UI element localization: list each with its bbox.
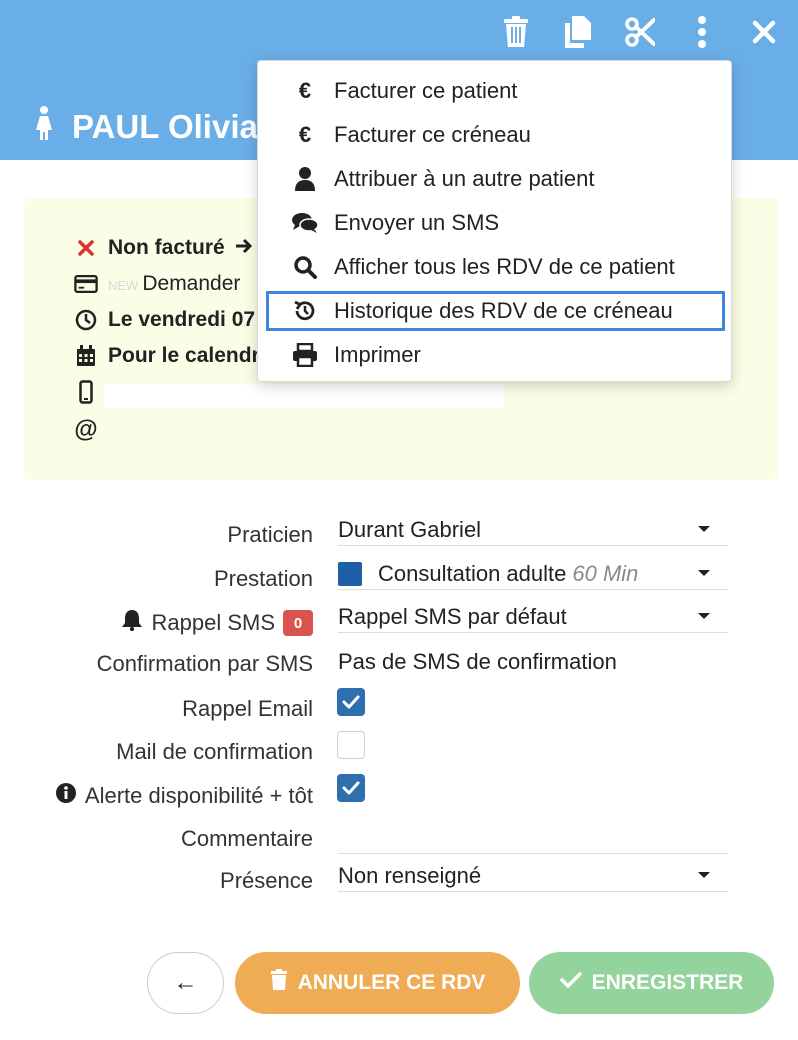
patient-title: PAUL Olivia (34, 106, 258, 148)
praticien-row: Praticien Durant Gabriel (0, 514, 798, 554)
scissors-icon[interactable] (624, 14, 656, 50)
menu-item-send-sms[interactable]: Envoyer un SMS (266, 203, 725, 243)
commentaire-input[interactable] (338, 818, 728, 854)
check-icon (559, 971, 582, 995)
confirmation-sms-label: Confirmation par SMS (96, 651, 313, 676)
back-button[interactable]: ← (147, 952, 224, 1014)
euro-icon: € (298, 78, 312, 103)
presence-select[interactable]: Non renseigné (338, 860, 728, 892)
search-icon (290, 255, 320, 279)
confirmation-sms-value: Pas de SMS de confirmation (338, 649, 617, 674)
presence-value: Non renseigné (338, 862, 482, 888)
history-icon (290, 299, 320, 323)
prestation-select[interactable]: Consultation adulte 60 Min (338, 558, 728, 590)
toolbar (500, 14, 780, 50)
payment-row: NEW Demander (74, 272, 240, 296)
credit-card-icon (74, 274, 98, 294)
confirmation-sms-row: Confirmation par SMS Pas de SMS de confi… (0, 643, 798, 683)
calendar-icon (74, 345, 98, 367)
euro-icon: € (298, 122, 312, 147)
commentaire-label: Commentaire (180, 826, 313, 851)
calendar-row: Pour le calendr (74, 344, 260, 368)
rappel-sms-select[interactable]: Rappel SMS par défaut (338, 601, 728, 633)
bell-icon (121, 609, 143, 637)
info-icon[interactable] (55, 782, 77, 810)
print-icon (290, 343, 320, 367)
menu-item-assign-patient[interactable]: Attribuer à un autre patient (266, 159, 725, 199)
save-label: ENREGISTRER (591, 971, 744, 994)
prestation-color-swatch (338, 561, 362, 586)
prestation-label: Prestation (213, 566, 313, 591)
rappel-email-checkbox[interactable] (337, 688, 365, 716)
close-icon[interactable] (748, 14, 780, 50)
billing-status-row: Non facturé (74, 236, 253, 260)
mail-confirmation-checkbox[interactable] (337, 731, 365, 759)
presence-label: Présence (220, 868, 313, 893)
billing-status[interactable]: Non facturé (108, 236, 225, 260)
mail-confirmation-row: Mail de confirmation (0, 731, 798, 771)
menu-item-print[interactable]: Imprimer (266, 335, 725, 375)
calendar-text: Pour le calendr (108, 344, 260, 367)
phone-row (74, 380, 108, 404)
chat-icon (290, 212, 320, 234)
mobile-phone-icon (74, 380, 98, 404)
new-badge: NEW (108, 278, 139, 293)
female-person-icon (34, 106, 54, 148)
menu-item-show-all-appointments[interactable]: Afficher tous les RDV de ce patient (266, 247, 725, 287)
cross-icon (74, 240, 98, 256)
redacted-area (104, 384, 504, 408)
mail-confirmation-label: Mail de confirmation (116, 739, 313, 764)
checkmark-icon (342, 695, 360, 709)
alerte-checkbox[interactable] (337, 774, 365, 802)
cancel-appointment-button[interactable]: ANNULER CE RDV (235, 952, 520, 1014)
email-row: @ (74, 416, 108, 444)
caret-down-icon (698, 526, 710, 532)
date-text: Le vendredi 07 (108, 308, 256, 331)
menu-item-bill-slot[interactable]: € Facturer ce créneau (266, 115, 725, 155)
arrow-right-icon (235, 236, 253, 260)
checkmark-icon (342, 781, 360, 795)
arrow-left-icon: ← (173, 969, 198, 996)
menu-item-slot-history[interactable]: Historique des RDV de ce créneau (266, 291, 725, 331)
praticien-label: Praticien (227, 522, 313, 547)
rappel-sms-value: Rappel SMS par défaut (338, 603, 567, 629)
praticien-select[interactable]: Durant Gabriel (338, 514, 728, 546)
request-text: Demander (142, 272, 241, 295)
praticien-value: Durant Gabriel (338, 516, 482, 542)
date-row: Le vendredi 07 (74, 308, 255, 332)
actions-dropdown-menu: € Facturer ce patient € Facturer ce crén… (257, 60, 732, 382)
menu-item-bill-patient[interactable]: € Facturer ce patient (266, 71, 725, 111)
clock-icon (74, 309, 98, 331)
save-button[interactable]: ENREGISTRER (529, 952, 774, 1014)
rappel-email-row: Rappel Email (0, 688, 798, 728)
presence-row: Présence Non renseigné (0, 860, 798, 900)
rappel-sms-row: Rappel SMS 0 Rappel SMS par défaut (0, 601, 798, 641)
trash-icon (270, 969, 288, 997)
copy-icon[interactable] (562, 14, 594, 50)
alerte-row: Alerte disponibilité + tôt (0, 774, 798, 814)
patient-name: PAUL Olivia (72, 108, 258, 145)
caret-down-icon (698, 613, 710, 619)
caret-down-icon (698, 872, 710, 878)
sms-count-badge: 0 (283, 610, 313, 636)
cancel-appointment-label: ANNULER CE RDV (297, 971, 486, 994)
prestation-row: Prestation Consultation adulte 60 Min (0, 558, 798, 598)
commentaire-row: Commentaire (0, 818, 798, 858)
rappel-email-label: Rappel Email (182, 696, 313, 721)
prestation-value: Consultation adulte (378, 560, 567, 586)
kebab-menu-icon[interactable] (686, 14, 718, 50)
caret-down-icon (698, 570, 710, 576)
rappel-sms-label: Rappel SMS 0 (121, 609, 313, 637)
trash-icon[interactable] (500, 14, 532, 50)
at-sign-icon: @ (74, 416, 98, 443)
alerte-label: Alerte disponibilité + tôt (55, 782, 313, 810)
prestation-duration: 60 Min (572, 560, 639, 586)
user-icon (290, 167, 320, 191)
